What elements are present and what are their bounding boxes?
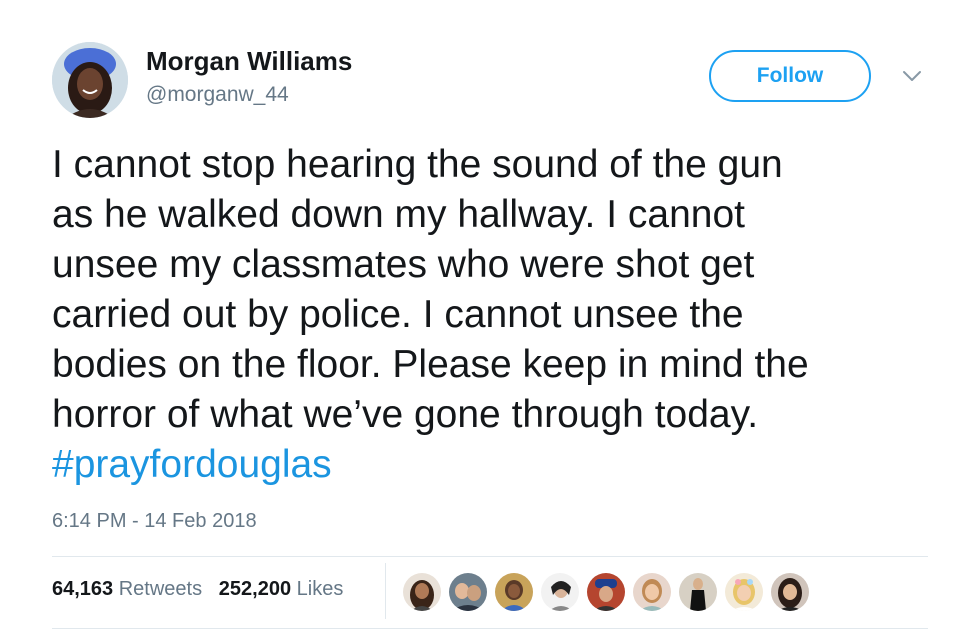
avatar[interactable] — [52, 42, 128, 118]
liker-avatar[interactable] — [402, 572, 442, 612]
likes-stat[interactable]: 252,200 Likes — [219, 578, 344, 600]
display-name[interactable]: Morgan Williams — [146, 46, 352, 77]
tweet-line: as he walked down my hallway. I cannot — [52, 193, 745, 236]
tweet-line: I cannot stop hearing the sound of the g… — [52, 143, 783, 186]
tweet-line: bodies on the floor. Please keep in mind… — [52, 343, 809, 386]
retweets-stat[interactable]: 64,163 Retweets — [52, 578, 202, 600]
liker-avatar[interactable] — [586, 572, 626, 612]
tweet-text: I cannot stop hearing the sound of the g… — [52, 140, 932, 490]
follow-button[interactable]: Follow — [709, 50, 871, 102]
likes-label: Likes — [296, 578, 344, 600]
divider — [52, 628, 928, 629]
liker-avatar[interactable] — [724, 572, 764, 612]
divider — [52, 556, 928, 557]
tweet-stats: 64,163 Retweets 252,200 Likes — [52, 578, 343, 601]
chevron-down-icon[interactable] — [900, 66, 924, 86]
liker-avatar[interactable] — [494, 572, 534, 612]
tweet-line: carried out by police. I cannot unsee th… — [52, 293, 744, 336]
likes-count: 252,200 — [218, 578, 292, 600]
liker-avatar[interactable] — [632, 572, 672, 612]
tweet-line: horror of what we’ve gone through today. — [52, 393, 759, 436]
liker-avatar[interactable] — [540, 572, 580, 612]
liker-avatar[interactable] — [770, 572, 810, 612]
hashtag-link[interactable]: #prayfordouglas — [52, 440, 932, 490]
liker-avatar[interactable] — [448, 572, 488, 612]
liker-avatar[interactable] — [678, 572, 718, 612]
tweet-timestamp[interactable]: 6:14 PM - 14 Feb 2018 — [52, 510, 257, 533]
retweets-count: 64,163 — [52, 578, 114, 600]
tweet-line: unsee my classmates who were shot get — [52, 243, 755, 286]
retweets-label: Retweets — [118, 578, 203, 600]
profile-photo-icon — [52, 42, 128, 118]
stats-separator — [385, 563, 386, 619]
user-handle[interactable]: @morganw_44 — [146, 83, 289, 107]
